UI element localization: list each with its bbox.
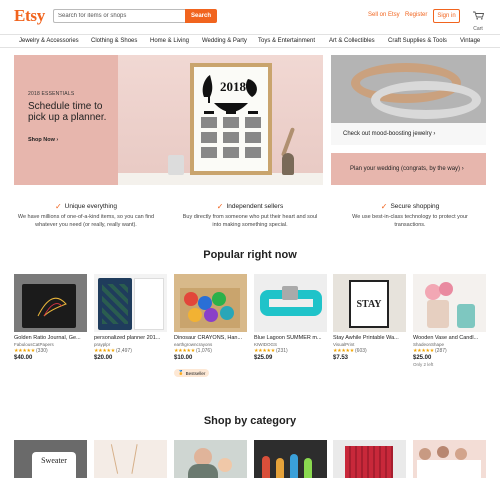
nav-item-vintage[interactable]: Vintage <box>460 38 480 44</box>
category-tile[interactable] <box>413 440 486 478</box>
jewelry-caption[interactable]: Check out mood-boosting jewelry › <box>331 123 486 145</box>
value-prop-title: Secure shopping <box>390 203 440 210</box>
stock-note: Only 2 left <box>413 362 434 367</box>
cuff-bracelet-2 <box>371 81 481 119</box>
shop-name: FabulousCatPapers <box>14 342 54 347</box>
vase <box>282 153 294 175</box>
product-name: Blue Lagoon SUMMER m... <box>254 335 322 341</box>
etsy-logo[interactable]: Etsy <box>14 6 45 26</box>
value-prop-text: We use best-in-class technology to prote… <box>352 214 468 228</box>
planner-promo-image[interactable]: 2018 <box>118 55 323 185</box>
product-name: Stay Awhile Printable Wa... <box>333 335 399 341</box>
value-prop-text: Buy directly from someone who put their … <box>182 214 318 228</box>
jewelry-caption-text: Check out mood-boosting jewelry <box>343 131 432 137</box>
price: $7.53 <box>333 355 349 361</box>
product-card[interactable]: STAY Stay Awhile Printable Wa... VisualP… <box>333 274 406 361</box>
search-button[interactable]: Search <box>185 9 217 23</box>
jewelry-promo[interactable]: Check out mood-boosting jewelry › <box>331 55 486 145</box>
value-prop-sellers: ✓ Independent sellers Buy directly from s… <box>180 202 320 229</box>
product-card[interactable]: personalized planner 201... prayplpr ★★★… <box>94 274 167 361</box>
check-icon: ✓ <box>54 202 62 211</box>
sell-on-etsy-link[interactable]: Sell on Etsy <box>368 12 400 18</box>
shop-now-label: Shop Now <box>28 137 55 143</box>
product-name: personalized planner 201... <box>94 335 161 341</box>
value-prop-unique: ✓ Unique everything We have millions of o… <box>16 202 156 229</box>
promo-title: Schedule time to pick up a planner. <box>28 101 107 123</box>
check-icon: ✓ <box>216 202 224 211</box>
bestseller-icon: 🏅 <box>178 370 184 375</box>
check-icon: ✓ <box>380 202 388 211</box>
rating: ★★★★★ (603) <box>333 348 367 354</box>
product-image <box>14 274 87 332</box>
value-prop-secure: ✓ Secure shopping We use best-in-class te… <box>340 202 480 229</box>
sign-in-button[interactable]: Sign in <box>433 9 460 23</box>
nav-item-wedding[interactable]: Wedding & Party <box>202 38 247 44</box>
product-name: Dinosaur CRAYONS, Han... <box>174 335 243 341</box>
stay-print-text: STAY <box>356 298 382 310</box>
wedding-caption-text: Plan your wedding (congrats, by the way) <box>350 166 461 172</box>
site-header: Etsy Search Sell on Etsy Register Sign i… <box>0 0 500 34</box>
price: $25.00 <box>413 355 432 361</box>
product-image <box>174 274 247 332</box>
shop-now-link[interactable]: Shop Now › <box>28 137 58 143</box>
product-card[interactable]: Blue Lagoon SUMMER m... KIWIDOGS ★★★★★ (… <box>254 274 327 361</box>
rating: ★★★★★ (287) <box>413 348 447 354</box>
price: $20.00 <box>94 355 113 361</box>
calendar-poster: 2018 <box>190 63 272 175</box>
shop-name: ShadeonShape <box>413 342 445 347</box>
shop-name: earthgrowncrayons <box>174 342 213 347</box>
category-tile[interactable] <box>333 440 406 478</box>
nav-item-home[interactable]: Home & Living <box>150 38 189 44</box>
rating: ★★★★★ (231) <box>254 348 288 354</box>
bestseller-badge: 🏅 Bestseller <box>174 369 210 377</box>
product-card[interactable]: Wooden Vase and Candl... ShadeonShape ★★… <box>413 274 486 367</box>
popular-title: Popular right now <box>203 249 297 261</box>
promo-eyebrow: 2018 ESSENTIALS <box>28 91 75 97</box>
shop-by-category-title: Shop by category <box>203 415 297 427</box>
cart-icon <box>472 11 484 20</box>
category-tile[interactable] <box>254 440 327 478</box>
product-image <box>413 274 486 332</box>
wedding-promo[interactable]: Plan your wedding (congrats, by the way)… <box>331 153 486 185</box>
poster-year: 2018 <box>220 79 247 94</box>
shop-name: KIWIDOGS <box>254 342 278 347</box>
price: $40.00 <box>14 355 33 361</box>
nav-item-art[interactable]: Art & Collectibles <box>329 38 375 44</box>
value-prop-text: We have millions of one-of-a-kind items,… <box>17 214 155 228</box>
category-tile[interactable] <box>94 440 167 478</box>
value-prop-title: Independent sellers <box>226 203 284 210</box>
product-name: Golden Ratio Journal, Ge... <box>14 335 81 341</box>
shop-name: prayplpr <box>94 342 111 347</box>
product-image <box>254 274 327 332</box>
calendar-art: 2018 <box>201 75 261 158</box>
rating: ★★★★★ (1,076) <box>174 348 212 354</box>
planner-promo-panel[interactable]: 2018 ESSENTIALS Schedule time to pick up… <box>14 55 118 185</box>
value-prop-title: Unique everything <box>64 203 118 210</box>
nav-item-craft[interactable]: Craft Supplies & Tools <box>388 38 447 44</box>
search-bar: Search <box>53 9 217 23</box>
mug-text: Sweater <box>41 456 67 465</box>
nav-item-jewelry[interactable]: Jewelry & Accessories <box>19 38 79 44</box>
cart-button[interactable]: Cart <box>470 7 486 32</box>
product-card[interactable]: Dinosaur CRAYONS, Han... earthgrowncrayo… <box>174 274 247 379</box>
shop-name: VisualPrint <box>333 342 355 347</box>
rating: ★★★★★ (2,497) <box>94 348 132 354</box>
product-name: Wooden Vase and Candl... <box>413 335 479 341</box>
price: $10.00 <box>174 355 193 361</box>
pencil-cup <box>168 155 184 175</box>
register-link[interactable]: Register <box>405 12 427 18</box>
product-card[interactable]: Golden Ratio Journal, Ge... FabulousCatP… <box>14 274 87 361</box>
product-image <box>94 274 167 332</box>
product-image: STAY <box>333 274 406 332</box>
category-tile[interactable] <box>174 440 247 478</box>
category-tile[interactable]: Sweater <box>14 440 87 478</box>
cart-label: Cart <box>473 26 483 32</box>
search-input[interactable] <box>53 9 185 23</box>
category-nav: Jewelry & Accessories Clothing & Shoes H… <box>0 34 500 48</box>
nav-item-toys[interactable]: Toys & Entertainment <box>258 38 315 44</box>
nav-item-clothing[interactable]: Clothing & Shoes <box>91 38 137 44</box>
rating: ★★★★★ (330) <box>14 348 48 354</box>
price: $25.09 <box>254 355 273 361</box>
